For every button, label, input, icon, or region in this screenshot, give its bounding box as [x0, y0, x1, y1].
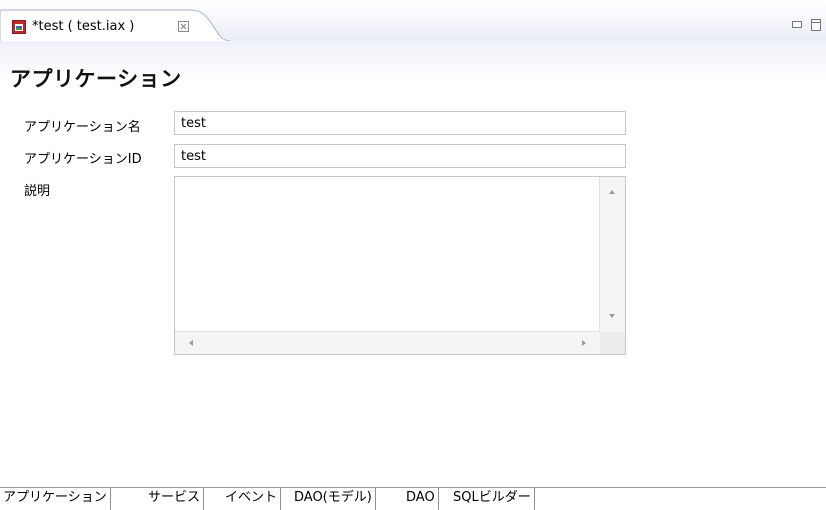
tab-application[interactable]: アプリケーション	[0, 488, 111, 510]
page-tab-bar: アプリケーション サービス イベント DAO(モデル) DAO SQLビルダー	[0, 487, 826, 510]
horizontal-scrollbar[interactable]	[175, 331, 600, 354]
scroll-up-icon[interactable]	[609, 190, 615, 194]
form-title: アプリケーション	[10, 67, 182, 91]
tab-event[interactable]: イベント	[222, 488, 282, 510]
app-name-label: アプリケーション名	[24, 120, 141, 135]
tab-dao-model[interactable]: DAO(モデル)	[291, 488, 376, 510]
description-textarea[interactable]	[174, 176, 626, 355]
vertical-scrollbar[interactable]	[599, 177, 625, 332]
application-editor-icon	[12, 20, 26, 34]
tab-dao[interactable]: DAO	[403, 488, 439, 510]
editor-tab-strip: *test ( test.iax )	[0, 0, 826, 42]
scrollbar-corner	[600, 332, 625, 354]
app-id-input[interactable]	[174, 144, 626, 168]
app-name-input[interactable]	[174, 111, 626, 135]
tab-service[interactable]: サービス	[145, 488, 205, 510]
close-icon[interactable]	[178, 21, 189, 32]
minimize-icon[interactable]	[792, 21, 802, 28]
description-label: 説明	[24, 184, 51, 199]
scroll-down-icon[interactable]	[609, 314, 615, 318]
editor-tab-title[interactable]: *test ( test.iax )	[32, 19, 134, 34]
application-form: アプリケーション アプリケーション名 アプリケーションID 説明	[0, 41, 826, 487]
app-id-label: アプリケーションID	[24, 152, 142, 167]
tab-sql-builder[interactable]: SQLビルダー	[450, 488, 535, 510]
scroll-right-icon[interactable]	[582, 340, 586, 346]
scroll-left-icon[interactable]	[189, 340, 193, 346]
maximize-icon[interactable]	[811, 19, 821, 31]
